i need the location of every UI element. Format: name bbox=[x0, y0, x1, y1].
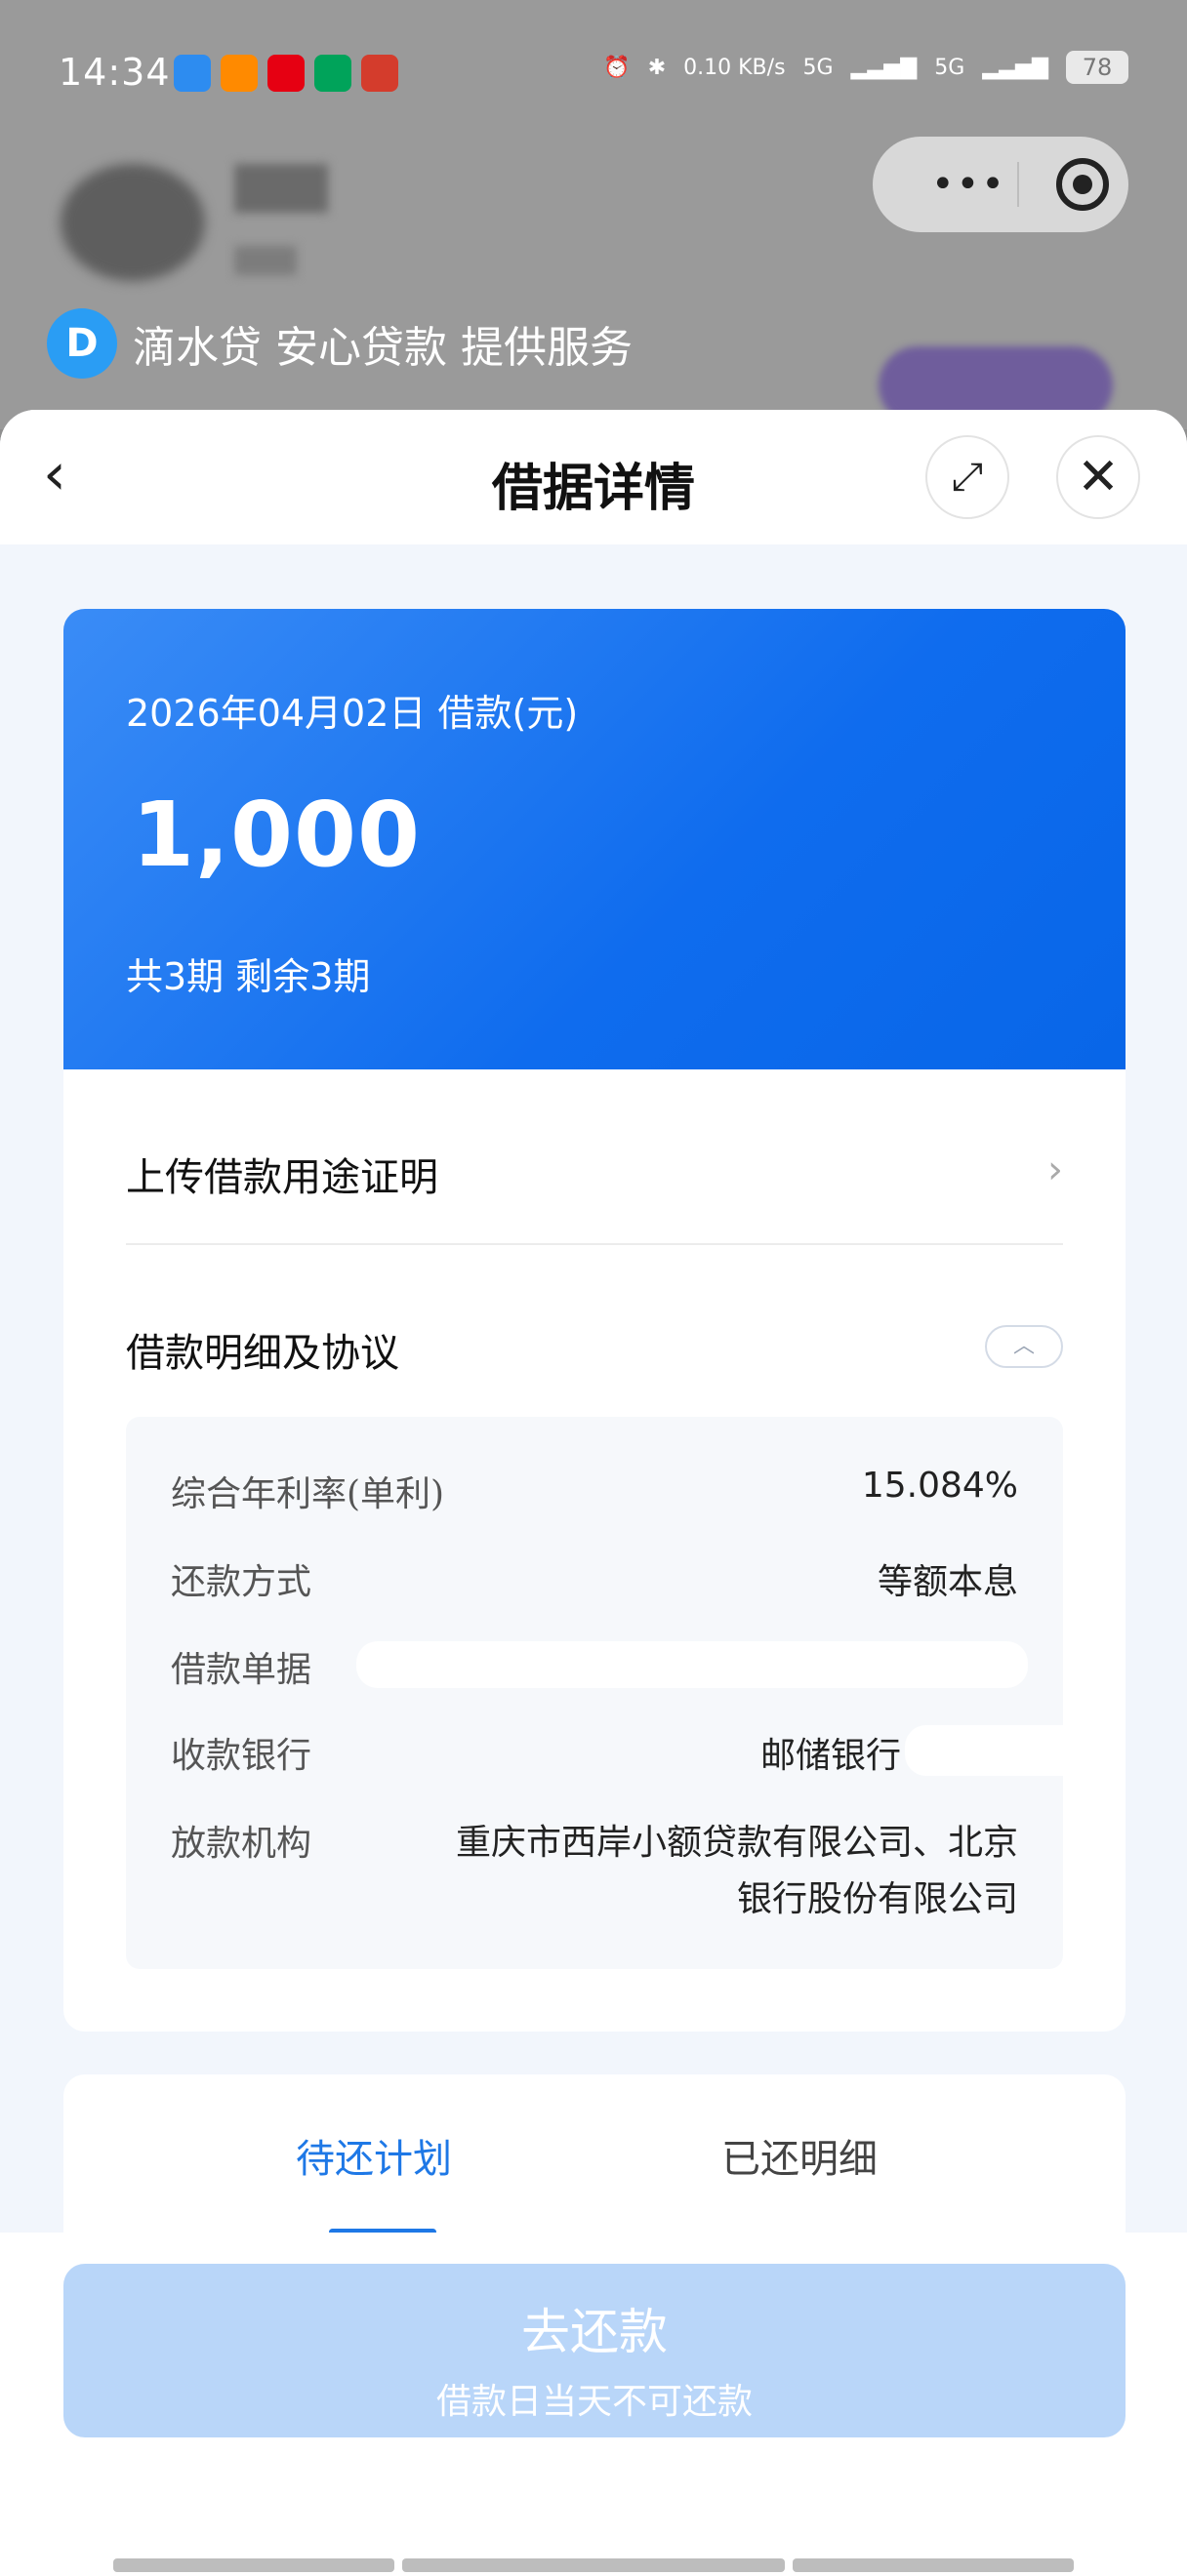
more-icon[interactable]: ••• bbox=[931, 162, 1006, 207]
loan-detail-sheet: ‹ 借据详情 ⤢ ✕ 2026年04月02日 借款(元) 1,000 共3期 剩… bbox=[0, 410, 1187, 2576]
redacted-receipt-mask bbox=[356, 1641, 1028, 1688]
miniapp-capsule: ••• bbox=[873, 137, 1128, 232]
repay-button-note: 借款日当天不可还款 bbox=[435, 2382, 753, 2422]
close-icon[interactable]: ✕ bbox=[1056, 435, 1140, 519]
expand-icon[interactable]: ⤢ bbox=[925, 435, 1009, 519]
notification-icons bbox=[174, 55, 398, 92]
divider bbox=[126, 1243, 1063, 1245]
app-notification-icon bbox=[174, 55, 211, 92]
signal-5g-2: 5G bbox=[934, 55, 965, 80]
alarm-icon: ⏰ bbox=[603, 55, 631, 80]
detail-row-rate: 综合年利率(单利) 15.084% bbox=[171, 1466, 1018, 1516]
page-title: 借据详情 bbox=[491, 459, 695, 518]
detail-row-bank: 收款银行 邮储银行 bbox=[171, 1727, 1018, 1778]
provider-logo-icon: D bbox=[47, 308, 117, 379]
detail-label: 收款银行 bbox=[171, 1736, 312, 1776]
tab-pending-plan[interactable]: 待还计划 bbox=[296, 2127, 452, 2184]
app-notification-icon bbox=[267, 55, 305, 92]
home-indicator bbox=[113, 2558, 394, 2572]
status-bar: 14:34 ⏰ ✱ 0.10 KB/s 5G ▂▃▅▇ 5G ▂▃▅▇ 78 bbox=[0, 0, 1187, 146]
blurred-avatar bbox=[61, 164, 205, 281]
collapse-toggle-icon[interactable]: ︿ bbox=[985, 1325, 1063, 1368]
detail-label: 还款方式 bbox=[171, 1562, 312, 1602]
signal-bars-icon: ▂▃▅▇ bbox=[850, 55, 918, 80]
upload-proof-row[interactable]: 上传借款用途证明 bbox=[126, 1146, 438, 1202]
detail-value: 重庆市西岸小额贷款有限公司、北京 银行股份有限公司 bbox=[455, 1823, 1018, 1919]
capsule-divider bbox=[1017, 162, 1019, 207]
loan-date-label: 2026年04月02日 借款(元) bbox=[126, 692, 579, 735]
signal-5g-1: 5G bbox=[802, 55, 834, 80]
detail-value: 邮储银行 bbox=[759, 1736, 901, 1776]
detail-label: 放款机构 bbox=[171, 1824, 312, 1864]
loan-detail-panel: 综合年利率(单利) 15.084% 还款方式 等额本息 借款单据 收款银行 邮储… bbox=[126, 1417, 1063, 1969]
blurred-subtitle bbox=[234, 246, 297, 275]
repay-button-label: 去还款 bbox=[521, 2304, 668, 2360]
app-notification-icon bbox=[221, 55, 258, 92]
loan-periods: 共3期 剩余3期 bbox=[126, 955, 371, 998]
loan-summary-card: 2026年04月02日 借款(元) 1,000 共3期 剩余3期 bbox=[63, 609, 1126, 1069]
chevron-right-icon[interactable]: › bbox=[1047, 1147, 1063, 1192]
detail-label: 综合年利率(单利) bbox=[171, 1474, 445, 1514]
detail-value: 15.084% bbox=[861, 1466, 1018, 1506]
home-indicator bbox=[402, 2558, 785, 2572]
detail-value: 等额本息 bbox=[877, 1562, 1018, 1602]
loan-info-card: 上传借款用途证明 › 借款明细及协议 ︿ 综合年利率(单利) 15.084% 还… bbox=[63, 1069, 1126, 2032]
app-notification-icon bbox=[314, 55, 351, 92]
bluetooth-icon: ✱ bbox=[647, 55, 667, 80]
provider-banner-text: 滴水贷 安心贷款 提供服务 bbox=[133, 323, 633, 373]
tab-repaid-detail[interactable]: 已还明细 bbox=[721, 2127, 878, 2184]
provider-banner[interactable]: D 滴水贷 安心贷款 提供服务 bbox=[47, 308, 633, 379]
status-time: 14:34 bbox=[59, 51, 171, 94]
detail-row-lender: 放款机构 重庆市西岸小额贷款有限公司、北京 银行股份有限公司 bbox=[171, 1815, 1018, 1928]
status-right: ⏰ ✱ 0.10 KB/s 5G ▂▃▅▇ 5G ▂▃▅▇ 78 bbox=[603, 51, 1128, 84]
net-speed: 0.10 KB/s bbox=[683, 55, 786, 80]
close-miniapp-icon[interactable] bbox=[1056, 158, 1109, 211]
battery-indicator: 78 bbox=[1066, 51, 1128, 84]
redacted-account-mask bbox=[905, 1725, 1063, 1776]
repay-button[interactable]: 去还款 借款日当天不可还款 bbox=[63, 2264, 1126, 2437]
detail-label: 借款单据 bbox=[171, 1650, 312, 1690]
loan-detail-protocol-label: 借款明细及协议 bbox=[126, 1331, 399, 1376]
loan-amount: 1,000 bbox=[132, 783, 422, 887]
signal-bars-icon: ▂▃▅▇ bbox=[982, 55, 1048, 80]
home-indicator bbox=[793, 2558, 1074, 2572]
app-notification-icon bbox=[361, 55, 398, 92]
detail-row-method: 还款方式 等额本息 bbox=[171, 1553, 1018, 1604]
blurred-name bbox=[234, 164, 328, 213]
nav-bar: ‹ 借据详情 ⤢ ✕ bbox=[0, 410, 1187, 544]
